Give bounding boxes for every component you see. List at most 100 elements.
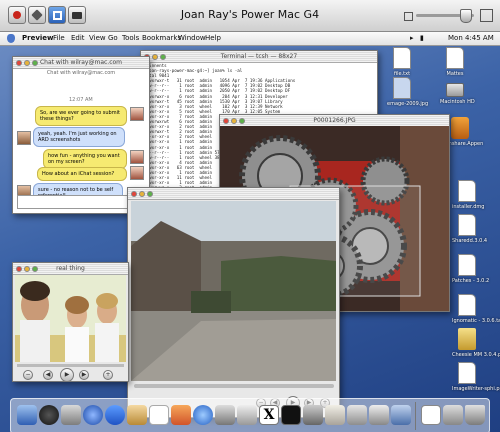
minimize-button[interactable] [24, 60, 30, 66]
video-window[interactable]: real thing − ◀ ▶ ▶ + [12, 262, 129, 382]
minimized-window-icon[interactable] [421, 405, 441, 425]
system-icon[interactable] [193, 405, 213, 425]
chat-message-input[interactable] [17, 195, 145, 209]
remote-desktop: Preview File Edit View Go Tools Bookmark… [0, 32, 500, 432]
chat-message: how fun - anything you want on my screen… [43, 149, 127, 169]
mail-icon[interactable] [61, 405, 81, 425]
zoom-button[interactable] [32, 266, 38, 272]
document-icon[interactable] [347, 405, 367, 425]
chat-message: yeah, yeah. I'm just working on ARD scre… [33, 127, 125, 147]
buddy-avatar [130, 150, 144, 164]
remote-window-titlebar: Joan Ray's Power Mac G4 [0, 0, 500, 32]
desktop-icon-label: Sharedd.3.0.4 [452, 238, 488, 244]
menu-app-name[interactable]: Preview [22, 34, 54, 42]
preview-icon[interactable] [237, 405, 257, 425]
movie-scrubber[interactable] [134, 384, 334, 388]
minimize-button[interactable] [231, 118, 237, 124]
chat-titlebar[interactable]: Chat with wilray@mac.com [13, 57, 149, 69]
minimize-button[interactable] [24, 266, 30, 272]
minimized-window-icon[interactable] [443, 405, 463, 425]
battery-icon[interactable]: ▮ [420, 34, 424, 42]
desktop-icon-label: installer.dmg [452, 204, 485, 210]
desktop-icon-macintosh-hd[interactable]: Macintosh HD [440, 77, 475, 105]
volume-down-icon[interactable]: − [23, 370, 33, 380]
dashboard-icon[interactable] [39, 405, 59, 425]
address-book-icon[interactable] [127, 405, 147, 425]
menu-file[interactable]: File [53, 34, 65, 42]
desktop-icon-ignomatic[interactable]: Ignomatic - 3.0.6.tar [452, 294, 500, 324]
desktop-icon-file[interactable]: file.txt [387, 47, 417, 77]
apple-menu-icon[interactable] [7, 34, 15, 43]
video-titlebar[interactable]: real thing [13, 263, 128, 275]
minimize-button[interactable] [139, 191, 145, 197]
desktop-icon-label: Patches - 3.0.2 [452, 278, 490, 284]
close-button[interactable] [16, 266, 22, 272]
safari-icon[interactable] [83, 405, 103, 425]
terminal-line: drwxrwxr-x 6 root admin 204 Apr 3 12:31 … [144, 93, 288, 99]
menu-view[interactable]: View [89, 34, 106, 42]
terminal-titlebar[interactable]: Terminal — tcsh — 88x27 [141, 51, 377, 63]
menu-clock[interactable]: Mon 4:45 AM [448, 34, 494, 42]
minimize-button[interactable] [152, 54, 158, 60]
zoom-button[interactable] [147, 191, 153, 197]
desktop-icon-patches[interactable]: Patches - 3.0.2 [452, 254, 490, 284]
close-button[interactable] [16, 60, 22, 66]
zoom-button[interactable] [239, 118, 245, 124]
image-title: P0001266.JPG [313, 117, 356, 124]
close-button[interactable] [223, 118, 229, 124]
zoom-slider-knob[interactable] [460, 9, 472, 23]
video-scrubber[interactable] [17, 364, 124, 367]
forward-button[interactable]: ▶ [79, 370, 89, 380]
trash-icon[interactable] [465, 405, 485, 425]
zoom-in-icon[interactable] [480, 9, 493, 22]
ichat-icon[interactable] [105, 405, 125, 425]
document-icon [458, 254, 476, 276]
package-icon [458, 328, 476, 350]
volume-icon[interactable]: ▸ [410, 34, 414, 42]
desktop-icon-sharedd[interactable]: Sharedd.3.0.4 [452, 214, 488, 244]
menu-bar: Preview File Edit View Go Tools Bookmark… [0, 32, 500, 46]
desktop-icon-label: Ignomatic - 3.0.6.tar [452, 318, 500, 324]
chat-timestamp: 12:07 AM [69, 97, 93, 103]
close-button[interactable] [131, 191, 137, 197]
rewind-button[interactable]: ◀ [43, 370, 53, 380]
dock-divider [415, 402, 416, 430]
package-icon [451, 117, 469, 139]
menu-go[interactable]: Go [108, 34, 118, 42]
volume-up-icon[interactable]: + [103, 370, 113, 380]
desktop-icon-label: emage-2009.jpg [387, 101, 429, 107]
buddy-avatar [130, 107, 144, 121]
desktop-icon-imagewriter[interactable]: ImageWriter-sphi.ppd [452, 362, 500, 392]
document-icon [446, 47, 464, 69]
menu-bookmarks[interactable]: Bookmarks [142, 34, 181, 42]
document-icon [458, 362, 476, 384]
remote-desktop-window: Joan Ray's Power Mac G4 Preview File Edi… [0, 0, 500, 432]
preferences-icon[interactable] [215, 405, 235, 425]
desktop-icon-label: Macintosh HD [440, 99, 475, 105]
x11-icon[interactable]: X [259, 405, 279, 425]
ical-icon[interactable] [149, 405, 169, 425]
desktop-icon-installer[interactable]: installer.dmg [452, 180, 485, 210]
menu-tools[interactable]: Tools [122, 34, 139, 42]
document-icon [458, 214, 476, 236]
zoom-out-icon[interactable] [404, 12, 413, 21]
menu-edit[interactable]: Edit [71, 34, 85, 42]
menu-window[interactable]: Window [178, 34, 206, 42]
movie-titlebar[interactable] [128, 188, 339, 200]
terminal-icon[interactable] [281, 405, 301, 425]
desktop-icon-cheesie[interactable]: Cheesie MM 3.0.4.pkg [452, 328, 500, 358]
finder-icon[interactable] [17, 405, 37, 425]
zoom-button[interactable] [32, 60, 38, 66]
remote-desktop-icon[interactable] [303, 405, 323, 425]
zoom-button[interactable] [160, 54, 166, 60]
desktop-icon-image[interactable]: emage-2009.jpg [387, 77, 429, 107]
window-icon[interactable] [391, 405, 411, 425]
desktop-icon-mattes[interactable]: Mattes [440, 47, 470, 77]
itunes-icon[interactable] [171, 405, 191, 425]
movie-player-window[interactable]: − ◀ ▶ ▶ + [127, 187, 340, 418]
menu-help[interactable]: Help [205, 34, 221, 42]
chat-title: Chat with wilray@mac.com [39, 59, 123, 66]
printer-icon[interactable] [369, 405, 389, 425]
play-button[interactable]: ▶ [60, 368, 74, 381]
photo-icon[interactable] [325, 405, 345, 425]
